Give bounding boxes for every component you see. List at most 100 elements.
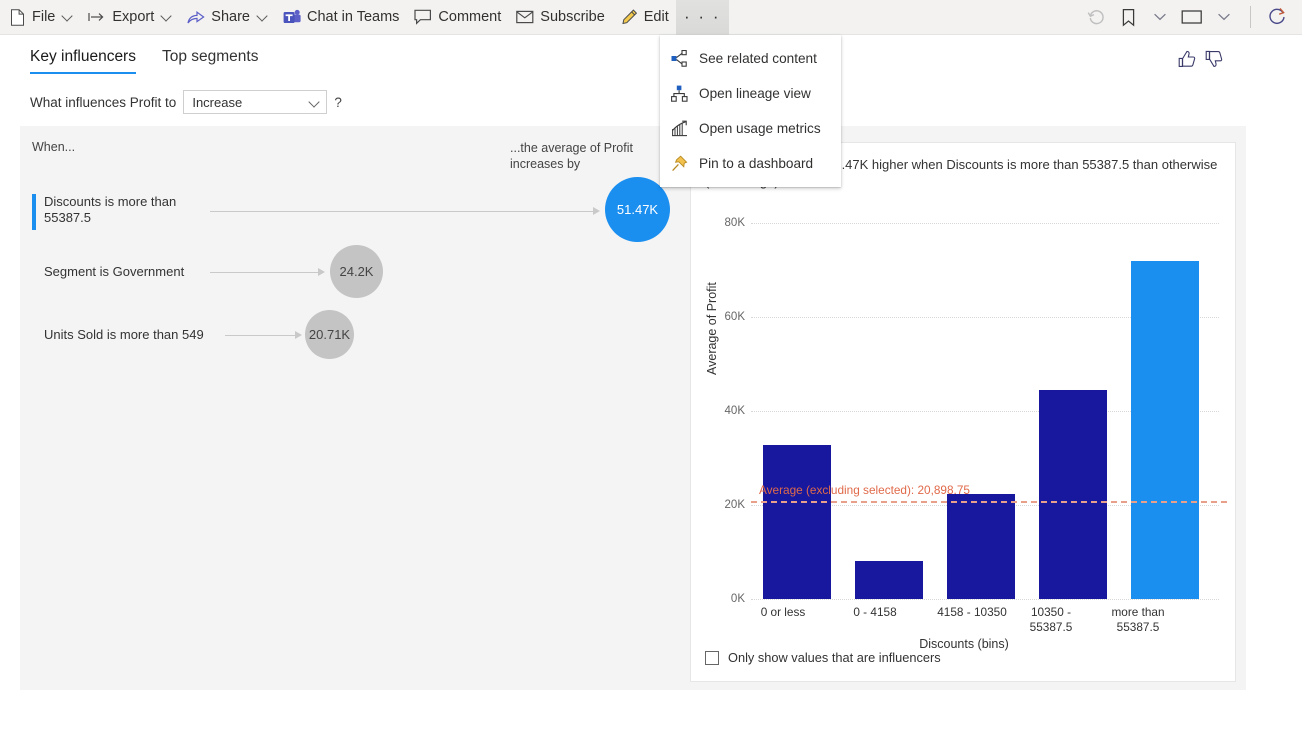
influencer-bubble[interactable]: 24.2K (330, 245, 383, 298)
chart-x-tick: 0 - 4158 (853, 605, 897, 619)
more-options-button[interactable]: · · · (675, 0, 729, 35)
question-row: What influences Profit to Increase ? (30, 90, 342, 114)
only-influencers-label: Only show values that are influencers (728, 650, 941, 665)
influencer-bubble-value: 20.71K (308, 327, 351, 342)
menu-item-open-usage-metrics[interactable]: Open usage metrics (660, 111, 841, 146)
chart-y-tick: 40K (724, 405, 745, 417)
tab-top-segments[interactable]: Top segments (162, 48, 259, 74)
influencer-selected-accent (32, 194, 36, 230)
toolbar-item-label: Edit (643, 8, 669, 25)
influencer-row[interactable]: Units Sold is more than 549 20.71K (20, 310, 690, 399)
chart-reference-label: Average (excluding selected): 20,898.75 (759, 483, 970, 497)
edit-icon (620, 8, 638, 26)
toolbar-item-label: Chat in Teams (307, 8, 400, 25)
influencer-bubble-value: 24.2K (339, 264, 374, 279)
toolbar-divider (1250, 6, 1251, 28)
chevron-down-icon (310, 98, 319, 107)
chart-x-axis-title: Discounts (bins) (919, 637, 1009, 651)
toolbar-item-label: File (32, 8, 56, 25)
menu-item-label: Open lineage view (699, 86, 811, 101)
influencer-detail-panel: On average, Profit is 51.47K higher when… (690, 142, 1236, 682)
view-icon[interactable] (1177, 0, 1207, 35)
chevron-down-icon[interactable] (258, 12, 268, 22)
average-header: ...the average of Profit increases by (510, 141, 633, 171)
tab-key-influencers[interactable]: Key influencers (30, 48, 136, 74)
teams-icon (283, 8, 301, 26)
menu-item-open-lineage-view[interactable]: Open lineage view (660, 76, 841, 111)
influencer-connector (210, 272, 320, 273)
chart-y-tick: 80K (724, 217, 745, 229)
chart-y-tick: 0K (730, 593, 745, 605)
influencer-arrowhead (318, 268, 325, 276)
bookmark-icon[interactable] (1113, 0, 1143, 35)
chart-x-tick: 10350 - 55387.5 (1029, 605, 1073, 634)
influencer-bubble-value: 51.47K (616, 202, 659, 217)
toolbar-item-chat-in-teams[interactable]: Chat in Teams (275, 0, 406, 35)
menu-item-pin-to-dashboard[interactable]: Pin to a dashboard (660, 146, 841, 181)
pin-icon (671, 155, 688, 172)
export-icon (88, 8, 106, 26)
app-root: File Export Share Chat in Teams Comment … (0, 0, 1302, 738)
only-influencers-checkbox-row[interactable]: Only show values that are influencers (705, 650, 941, 665)
toolbar-item-label: Comment (438, 8, 502, 25)
chart-y-tick: 20K (724, 499, 745, 511)
chart-y-tick: 60K (724, 311, 745, 323)
influencer-label: Discounts is more than 55387.5 (44, 194, 177, 225)
chevron-down-icon[interactable] (63, 12, 73, 22)
related-content-icon (671, 50, 688, 67)
thumbs-up-icon[interactable] (1178, 50, 1197, 73)
chart-bar[interactable] (855, 561, 923, 599)
feedback-group (1178, 50, 1224, 73)
toolbar-item-label: Export (112, 8, 155, 25)
usage-metrics-icon (671, 120, 688, 137)
influence-direction-value: Increase (192, 94, 243, 110)
refresh-icon[interactable] (1262, 0, 1292, 35)
toolbar-item-comment[interactable]: Comment (406, 0, 508, 35)
influencer-row[interactable]: Segment is Government 24.2K (20, 245, 690, 336)
influencer-arrowhead (295, 331, 302, 339)
chart-y-axis-title: Average of Profit (705, 282, 719, 375)
thumbs-down-icon[interactable] (1205, 50, 1224, 73)
question-label: What influences Profit to (30, 94, 177, 110)
subscribe-icon (516, 8, 534, 26)
toolbar-right-group (1081, 0, 1302, 35)
chart-bar[interactable] (1039, 390, 1107, 599)
only-influencers-checkbox[interactable] (705, 650, 719, 665)
influencer-connector (225, 335, 297, 336)
menu-item-label: Open usage metrics (699, 121, 821, 136)
menu-item-see-related-content[interactable]: See related content (660, 41, 841, 76)
help-icon[interactable]: ? (334, 95, 342, 110)
chevron-down-icon-bookmark[interactable] (1145, 0, 1175, 35)
reset-icon[interactable] (1081, 0, 1111, 35)
toolbar-item-export[interactable]: Export (80, 0, 179, 35)
chart-gridline (751, 599, 1219, 600)
chart-x-tick: more than 55387.5 (1111, 605, 1165, 634)
lineage-icon (671, 85, 688, 102)
detail-chart: Average of Profit 0K 20K 40K 60K 80K Ave… (691, 195, 1237, 651)
toolbar-item-label: Subscribe (540, 8, 605, 25)
toolbar-item-label: Share (211, 8, 250, 25)
menu-item-label: Pin to a dashboard (699, 156, 814, 171)
toolbar-item-subscribe[interactable]: Subscribe (508, 0, 611, 35)
chart-bar[interactable] (1131, 261, 1199, 599)
visual-tabs: Key influencers Top segments (30, 48, 258, 74)
influencer-label: Units Sold is more than 549 (44, 327, 204, 342)
influencer-connector (210, 211, 595, 212)
toolbar-item-edit[interactable]: Edit (612, 0, 676, 35)
toolbar-item-share[interactable]: Share (179, 0, 275, 35)
top-toolbar: File Export Share Chat in Teams Comment … (0, 0, 1302, 35)
chart-bar-area (751, 195, 1219, 599)
chevron-down-icon[interactable] (162, 12, 172, 22)
influencer-bubble[interactable]: 20.71K (305, 310, 354, 359)
menu-item-label: See related content (699, 51, 817, 66)
chart-bar[interactable] (947, 494, 1015, 599)
chevron-down-icon-view[interactable] (1209, 0, 1239, 35)
chart-x-tick: 0 or less (760, 605, 806, 619)
toolbar-item-file[interactable]: File (0, 0, 80, 35)
influencer-arrowhead (593, 207, 600, 215)
chart-bar[interactable] (763, 445, 831, 599)
when-header: When... (32, 140, 76, 154)
influence-direction-select[interactable]: Increase (183, 90, 328, 114)
more-options-menu: See related content Open lineage view Op… (660, 35, 841, 187)
comment-icon (414, 8, 432, 26)
